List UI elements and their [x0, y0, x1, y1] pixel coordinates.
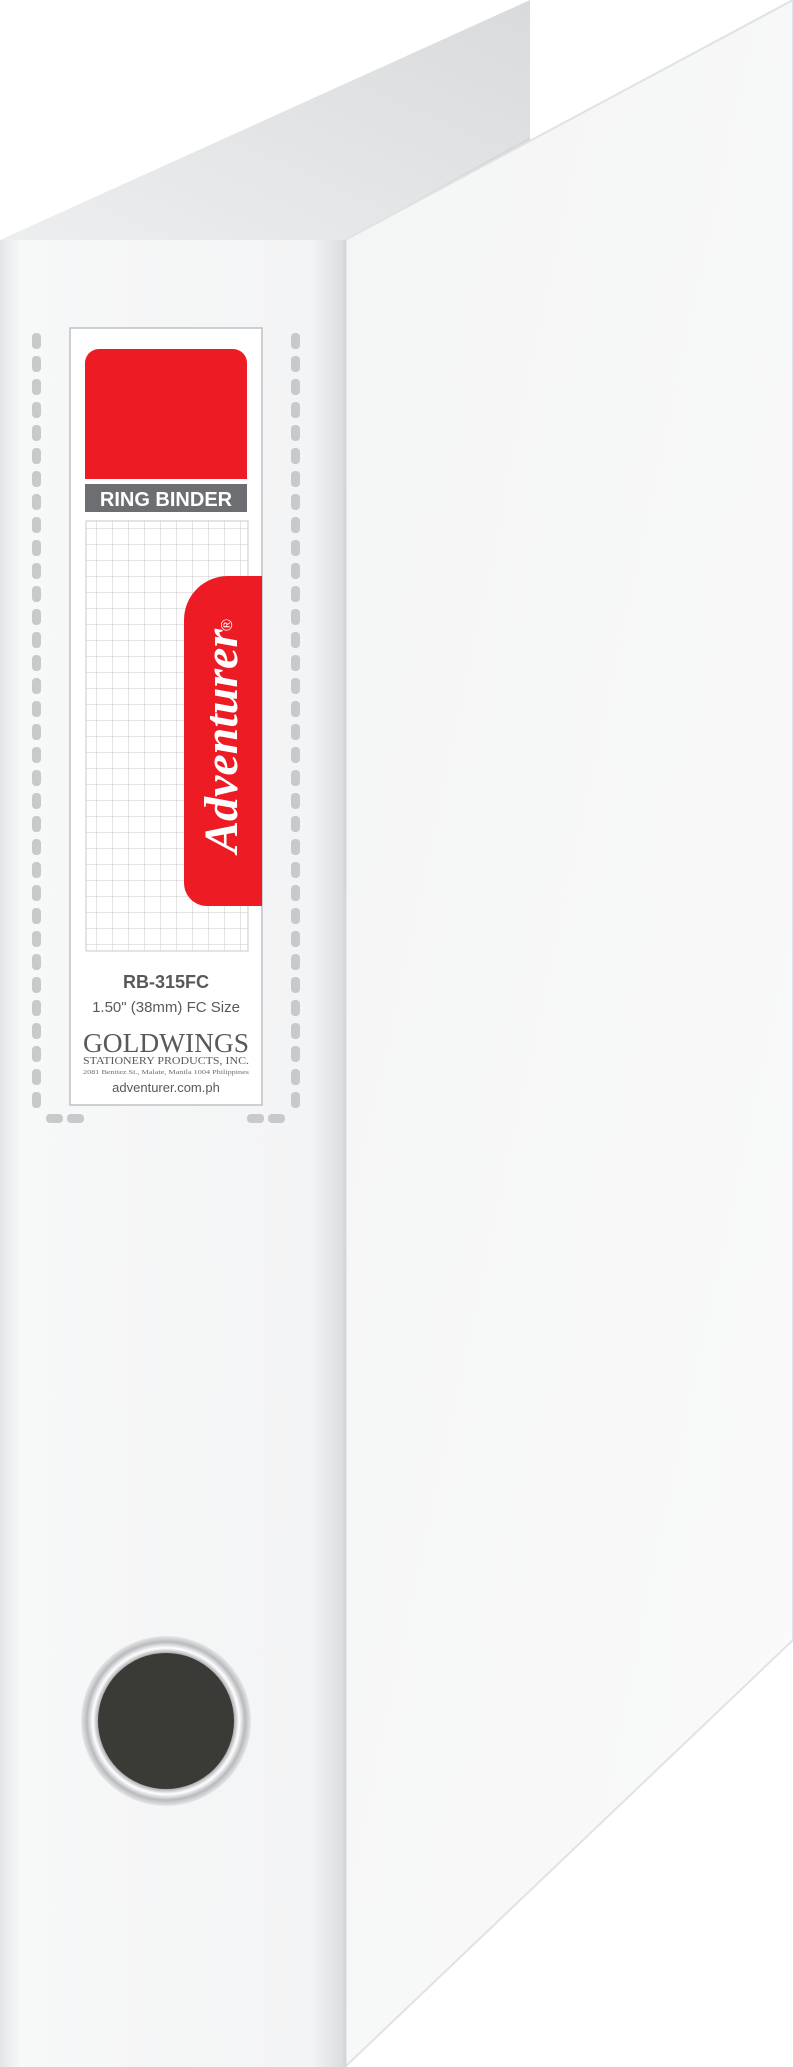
stitch-dash [32, 1000, 41, 1016]
stitch-dash [32, 471, 41, 487]
stitch-dash [32, 540, 41, 556]
brand-logo-text: Adventurer [195, 628, 248, 856]
stitch-dash [291, 1092, 300, 1108]
stitch-dash [291, 701, 300, 717]
stitch-dash [291, 448, 300, 464]
stitch-dash [32, 839, 41, 855]
stitch-dash [32, 494, 41, 510]
stitch-dash [291, 655, 300, 671]
stitch-dash [291, 1069, 300, 1085]
stitch-dash [32, 1046, 41, 1062]
stitch-dash [32, 678, 41, 694]
stitch-dash [32, 747, 41, 763]
stitch-dash [32, 701, 41, 717]
stitch-dash [291, 540, 300, 556]
stitch-dash [32, 908, 41, 924]
stitch-dash [291, 793, 300, 809]
label-category-text: RING BINDER [100, 489, 233, 511]
stitch-dash [291, 908, 300, 924]
stitch-dash [32, 1023, 41, 1039]
stitch-dash [291, 931, 300, 947]
stitch-dash [32, 1069, 41, 1085]
stitch-dash [32, 862, 41, 878]
stitch-dash [291, 517, 300, 533]
stitch-dash [32, 954, 41, 970]
stitch-dash [291, 839, 300, 855]
stitch-dash [291, 977, 300, 993]
product-size: 1.50" (38mm) FC Size [92, 999, 240, 1016]
ring-binder-illustration: RING BINDER Adventurer ® RB-315FC 1.50" … [0, 0, 793, 2067]
stitch-dash [291, 494, 300, 510]
stitch-dash [291, 609, 300, 625]
stitch-dash [32, 402, 41, 418]
stitch-dash [32, 448, 41, 464]
stitch-dash [32, 885, 41, 901]
stitch-dash [32, 609, 41, 625]
stitch-dash [291, 1023, 300, 1039]
website: adventurer.com.ph [112, 1080, 220, 1095]
stitch-dash [291, 724, 300, 740]
stitch-dash [291, 471, 300, 487]
stitch-dash [32, 724, 41, 740]
stitch-dash [291, 747, 300, 763]
stitch-dash [32, 931, 41, 947]
stitch-dash [32, 586, 41, 602]
stitch-dash [291, 885, 300, 901]
finger-ring-hole [98, 1653, 234, 1789]
stitch-dash [291, 1046, 300, 1062]
company-subtitle: STATIONERY PRODUCTS, INC. [83, 1055, 249, 1067]
stitch-dash [32, 816, 41, 832]
stitch-dash [32, 1092, 41, 1108]
binder-front-cover [344, 0, 793, 2067]
stitch-dash [32, 655, 41, 671]
model-number: RB-315FC [123, 972, 209, 992]
stitch-dash [291, 333, 300, 349]
company-address: 2081 Benitez St., Malate, Manila 1004 Ph… [83, 1070, 250, 1076]
stitch-dash [32, 632, 41, 648]
stitch-dash [291, 632, 300, 648]
stitch-dash [32, 977, 41, 993]
stitch-dash [291, 402, 300, 418]
stitch-dash [32, 517, 41, 533]
stitch-dash [32, 356, 41, 372]
stitch-dash [291, 816, 300, 832]
stitch-dash [291, 586, 300, 602]
stitch-dash [291, 563, 300, 579]
label-color-block [85, 349, 247, 479]
stitch-dash [291, 770, 300, 786]
stitch-dash [291, 379, 300, 395]
stitch-dash [32, 563, 41, 579]
stitch-dash [291, 678, 300, 694]
stitch-dash [32, 770, 41, 786]
stitch-dash [32, 793, 41, 809]
stitch-dash [291, 954, 300, 970]
company-name: GOLDWINGS [83, 1028, 249, 1058]
registered-mark: ® [219, 619, 236, 631]
stitch-dash [32, 333, 41, 349]
stitch-dash [32, 379, 41, 395]
stitch-dash [291, 425, 300, 441]
stitch-dash [291, 356, 300, 372]
stitch-dash [32, 425, 41, 441]
stitch-dash [291, 862, 300, 878]
stitch-dash [291, 1000, 300, 1016]
